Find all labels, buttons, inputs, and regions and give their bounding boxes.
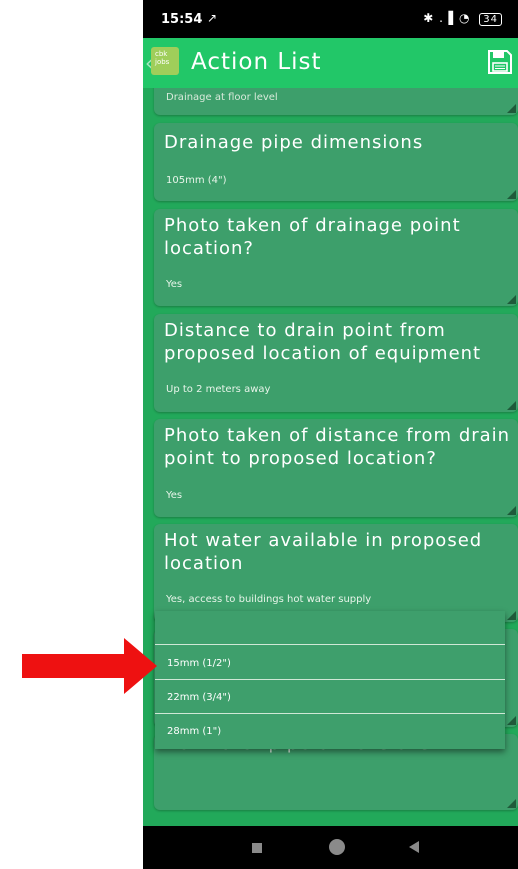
dropdown-option[interactable]: 22mm (3/4")	[155, 680, 505, 714]
list-item[interactable]: Photo taken of drainage point location? …	[154, 209, 518, 306]
answer-text: Yes	[166, 490, 183, 501]
answer-text: Drainage at floor level	[166, 92, 278, 103]
system-nav-bar	[143, 826, 518, 869]
status-icons: ✱ .▐ ◔ 34	[423, 11, 502, 26]
question-text: Photo taken of drainage point location?	[164, 215, 461, 259]
app-logo[interactable]: cbk jobs	[151, 47, 179, 75]
logo-text: cbk jobs	[155, 50, 170, 66]
home-button[interactable]	[329, 839, 345, 855]
answer-text: Yes, access to buildings hot water suppl…	[166, 594, 372, 605]
list-item[interactable]: Hot water available in proposed location…	[154, 524, 518, 622]
resize-corner-icon	[507, 401, 516, 410]
battery-level: 34	[483, 14, 498, 25]
list-item[interactable]: Photo taken of distance from drain point…	[154, 419, 518, 517]
dropdown-option[interactable]	[155, 611, 505, 645]
resize-corner-icon	[507, 716, 516, 725]
page-title: Action List	[191, 49, 322, 75]
answer-text: Yes	[166, 279, 183, 290]
list-item[interactable]: Drainage pipe dimensions 105mm (4")	[154, 123, 518, 201]
save-icon[interactable]	[486, 48, 514, 76]
status-bar: 15:54 ↗ ✱ .▐ ◔ 34	[143, 0, 518, 38]
answer-text: 105mm (4")	[166, 175, 227, 186]
list-item[interactable]: Drainage at floor level	[154, 88, 518, 115]
signal-wifi-icons: ✱ .▐ ◔	[423, 11, 471, 25]
question-text: Distance to drain point from proposed lo…	[164, 320, 482, 364]
pipe-size-dropdown[interactable]: 15mm (1/2") 22mm (3/4") 28mm (1")	[155, 611, 505, 749]
resize-corner-icon	[507, 799, 516, 808]
resize-corner-icon	[507, 190, 516, 199]
answer-text: Up to 2 meters away	[166, 384, 271, 395]
resize-corner-icon	[507, 611, 516, 620]
resize-corner-icon	[507, 506, 516, 515]
question-text: Photo taken of distance from drain point…	[164, 425, 511, 469]
app-bar: ‹ cbk jobs Action List	[143, 38, 518, 88]
battery-icon: 34	[479, 13, 502, 26]
recents-button[interactable]	[252, 843, 262, 853]
resize-corner-icon	[507, 295, 516, 304]
question-text: Hot water available in proposed location	[164, 530, 483, 574]
dropdown-option[interactable]: 15mm (1/2")	[155, 646, 505, 680]
back-button[interactable]	[409, 841, 419, 853]
question-text: Drainage pipe dimensions	[164, 132, 424, 153]
red-arrow-annotation	[22, 638, 157, 694]
notification-icon: ↗	[207, 11, 218, 25]
dropdown-option[interactable]: 28mm (1")	[155, 714, 505, 748]
list-item[interactable]: Distance to drain point from proposed lo…	[154, 314, 518, 412]
action-list[interactable]: Drainage at floor level Drainage pipe di…	[143, 88, 518, 826]
status-time: 15:54	[161, 12, 203, 27]
resize-corner-icon	[507, 104, 516, 113]
phone-screen: 15:54 ↗ ✱ .▐ ◔ 34 ‹ cbk jobs Action List…	[143, 0, 518, 869]
